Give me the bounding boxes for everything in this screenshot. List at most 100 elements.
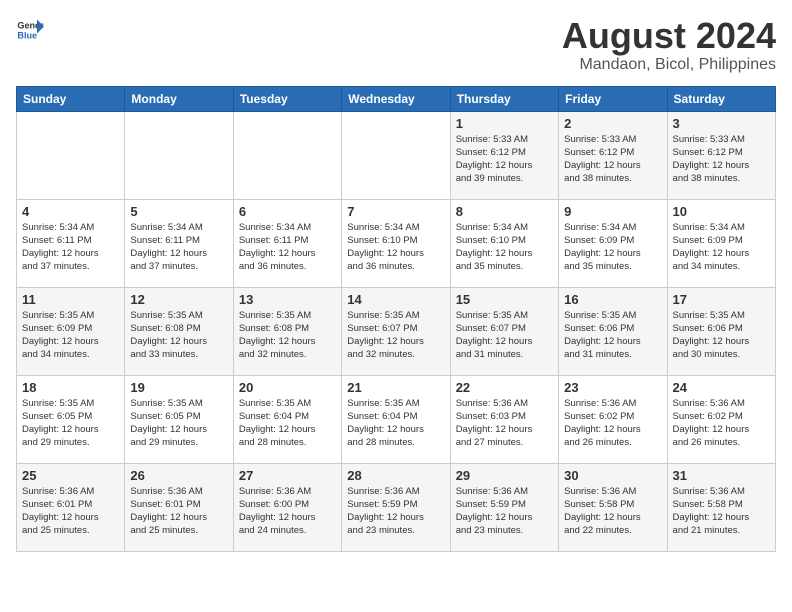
day-detail: Sunrise: 5:35 AM Sunset: 6:09 PM Dayligh…: [22, 309, 119, 362]
day-number: 5: [130, 204, 227, 219]
day-detail: Sunrise: 5:36 AM Sunset: 6:02 PM Dayligh…: [564, 397, 661, 450]
calendar-cell: 25 Sunrise: 5:36 AM Sunset: 6:01 PM Dayli…: [17, 463, 125, 551]
calendar-week-row: 1Sunrise: 5:33 AM Sunset: 6:12 PM Daylig…: [17, 111, 776, 199]
calendar-cell: 17Sunrise: 5:35 AM Sunset: 6:06 PM Dayli…: [667, 287, 775, 375]
day-detail: Sunrise: 5:35 AM Sunset: 6:07 PM Dayligh…: [456, 309, 553, 362]
day-detail: Sunrise: 5:36 AM Sunset: 6:00 PM Dayligh…: [239, 485, 336, 538]
calendar-cell: 7 Sunrise: 5:34 AM Sunset: 6:10 PM Daylig…: [342, 199, 450, 287]
weekday-header-friday: Friday: [559, 86, 667, 111]
day-detail: Sunrise: 5:36 AM Sunset: 6:01 PM Dayligh…: [130, 485, 227, 538]
calendar-cell: 8Sunrise: 5:34 AM Sunset: 6:10 PM Daylig…: [450, 199, 558, 287]
calendar-week-row: 25 Sunrise: 5:36 AM Sunset: 6:01 PM Dayli…: [17, 463, 776, 551]
logo: General Blue: [16, 16, 44, 44]
day-detail: Sunrise: 5:35 AM Sunset: 6:05 PM Dayligh…: [130, 397, 227, 450]
calendar-cell: 2 Sunrise: 5:33 AM Sunset: 6:12 PM Daylig…: [559, 111, 667, 199]
calendar-cell: 13 Sunrise: 5:35 AM Sunset: 6:08 PM Dayli…: [233, 287, 341, 375]
weekday-header-sunday: Sunday: [17, 86, 125, 111]
day-detail: Sunrise: 5:34 AM Sunset: 6:10 PM Dayligh…: [456, 221, 553, 274]
day-number: 2: [564, 116, 661, 131]
day-detail: Sunrise: 5:34 AM Sunset: 6:11 PM Dayligh…: [130, 221, 227, 274]
calendar-cell: 26 Sunrise: 5:36 AM Sunset: 6:01 PM Dayli…: [125, 463, 233, 551]
calendar-cell: 5 Sunrise: 5:34 AM Sunset: 6:11 PM Daylig…: [125, 199, 233, 287]
day-number: 3: [673, 116, 770, 131]
day-detail: Sunrise: 5:35 AM Sunset: 6:04 PM Dayligh…: [347, 397, 444, 450]
day-detail: Sunrise: 5:34 AM Sunset: 6:09 PM Dayligh…: [673, 221, 770, 274]
weekday-header-thursday: Thursday: [450, 86, 558, 111]
day-number: 12: [130, 292, 227, 307]
calendar-cell: [125, 111, 233, 199]
day-detail: Sunrise: 5:36 AM Sunset: 5:58 PM Dayligh…: [564, 485, 661, 538]
day-number: 25: [22, 468, 119, 483]
calendar-cell: 29Sunrise: 5:36 AM Sunset: 5:59 PM Dayli…: [450, 463, 558, 551]
calendar-cell: 14 Sunrise: 5:35 AM Sunset: 6:07 PM Dayli…: [342, 287, 450, 375]
day-number: 15: [456, 292, 553, 307]
day-number: 28: [347, 468, 444, 483]
day-detail: Sunrise: 5:35 AM Sunset: 6:08 PM Dayligh…: [130, 309, 227, 362]
weekday-header-row: SundayMondayTuesdayWednesdayThursdayFrid…: [17, 86, 776, 111]
svg-text:Blue: Blue: [17, 30, 37, 40]
day-number: 4: [22, 204, 119, 219]
day-number: 7: [347, 204, 444, 219]
day-detail: Sunrise: 5:36 AM Sunset: 6:02 PM Dayligh…: [673, 397, 770, 450]
day-detail: Sunrise: 5:35 AM Sunset: 6:08 PM Dayligh…: [239, 309, 336, 362]
calendar-cell: [342, 111, 450, 199]
calendar-cell: 23 Sunrise: 5:36 AM Sunset: 6:02 PM Dayli…: [559, 375, 667, 463]
month-title: August 2024: [562, 16, 776, 56]
calendar-cell: 22Sunrise: 5:36 AM Sunset: 6:03 PM Dayli…: [450, 375, 558, 463]
day-detail: Sunrise: 5:36 AM Sunset: 6:01 PM Dayligh…: [22, 485, 119, 538]
calendar-cell: 21 Sunrise: 5:35 AM Sunset: 6:04 PM Dayli…: [342, 375, 450, 463]
calendar-cell: 11 Sunrise: 5:35 AM Sunset: 6:09 PM Dayli…: [17, 287, 125, 375]
day-number: 14: [347, 292, 444, 307]
day-number: 20: [239, 380, 336, 395]
day-number: 30: [564, 468, 661, 483]
day-detail: Sunrise: 5:34 AM Sunset: 6:10 PM Dayligh…: [347, 221, 444, 274]
day-number: 10: [673, 204, 770, 219]
weekday-header-tuesday: Tuesday: [233, 86, 341, 111]
day-number: 18: [22, 380, 119, 395]
day-number: 13: [239, 292, 336, 307]
day-number: 11: [22, 292, 119, 307]
calendar-cell: 27 Sunrise: 5:36 AM Sunset: 6:00 PM Dayli…: [233, 463, 341, 551]
calendar-cell: 1Sunrise: 5:33 AM Sunset: 6:12 PM Daylig…: [450, 111, 558, 199]
calendar-cell: 3Sunrise: 5:33 AM Sunset: 6:12 PM Daylig…: [667, 111, 775, 199]
calendar-cell: 19 Sunrise: 5:35 AM Sunset: 6:05 PM Dayli…: [125, 375, 233, 463]
calendar-table: SundayMondayTuesdayWednesdayThursdayFrid…: [16, 86, 776, 552]
calendar-cell: [17, 111, 125, 199]
calendar-cell: 15 Sunrise: 5:35 AM Sunset: 6:07 PM Dayli…: [450, 287, 558, 375]
day-detail: Sunrise: 5:35 AM Sunset: 6:06 PM Dayligh…: [564, 309, 661, 362]
title-block: August 2024 Mandaon, Bicol, Philippines: [562, 16, 776, 74]
day-detail: Sunrise: 5:35 AM Sunset: 6:05 PM Dayligh…: [22, 397, 119, 450]
logo-icon: General Blue: [16, 16, 44, 44]
day-detail: Sunrise: 5:35 AM Sunset: 6:04 PM Dayligh…: [239, 397, 336, 450]
page-header: General Blue August 2024 Mandaon, Bicol,…: [16, 16, 776, 74]
weekday-header-saturday: Saturday: [667, 86, 775, 111]
calendar-cell: 10 Sunrise: 5:34 AM Sunset: 6:09 PM Dayli…: [667, 199, 775, 287]
calendar-cell: 16 Sunrise: 5:35 AM Sunset: 6:06 PM Dayli…: [559, 287, 667, 375]
day-number: 16: [564, 292, 661, 307]
day-number: 27: [239, 468, 336, 483]
calendar-cell: 28Sunrise: 5:36 AM Sunset: 5:59 PM Dayli…: [342, 463, 450, 551]
day-detail: Sunrise: 5:34 AM Sunset: 6:11 PM Dayligh…: [239, 221, 336, 274]
day-detail: Sunrise: 5:36 AM Sunset: 6:03 PM Dayligh…: [456, 397, 553, 450]
day-detail: Sunrise: 5:35 AM Sunset: 6:07 PM Dayligh…: [347, 309, 444, 362]
day-number: 9: [564, 204, 661, 219]
day-number: 19: [130, 380, 227, 395]
day-number: 23: [564, 380, 661, 395]
day-number: 17: [673, 292, 770, 307]
day-detail: Sunrise: 5:34 AM Sunset: 6:09 PM Dayligh…: [564, 221, 661, 274]
day-number: 31: [673, 468, 770, 483]
day-number: 26: [130, 468, 227, 483]
calendar-cell: 30 Sunrise: 5:36 AM Sunset: 5:58 PM Dayli…: [559, 463, 667, 551]
weekday-header-monday: Monday: [125, 86, 233, 111]
day-number: 21: [347, 380, 444, 395]
calendar-cell: 9 Sunrise: 5:34 AM Sunset: 6:09 PM Daylig…: [559, 199, 667, 287]
calendar-cell: 20 Sunrise: 5:35 AM Sunset: 6:04 PM Dayli…: [233, 375, 341, 463]
day-detail: Sunrise: 5:33 AM Sunset: 6:12 PM Dayligh…: [564, 133, 661, 186]
location-subtitle: Mandaon, Bicol, Philippines: [562, 56, 776, 74]
calendar-week-row: 11 Sunrise: 5:35 AM Sunset: 6:09 PM Dayli…: [17, 287, 776, 375]
day-number: 29: [456, 468, 553, 483]
day-number: 6: [239, 204, 336, 219]
day-detail: Sunrise: 5:34 AM Sunset: 6:11 PM Dayligh…: [22, 221, 119, 274]
day-detail: Sunrise: 5:36 AM Sunset: 5:58 PM Dayligh…: [673, 485, 770, 538]
calendar-cell: [233, 111, 341, 199]
